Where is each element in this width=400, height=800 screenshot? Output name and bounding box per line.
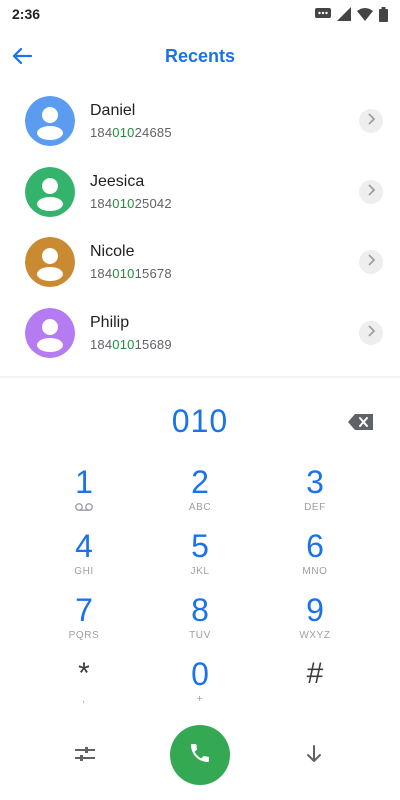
page-title: Recents <box>164 46 236 66</box>
dialpad-options-button[interactable] <box>74 745 98 765</box>
key-digit: 3 <box>306 464 324 500</box>
collapse-dialpad-button[interactable] <box>304 744 326 766</box>
contact-number: 18401024685 <box>90 125 172 140</box>
contact-name: Philip <box>90 313 130 331</box>
key-hash[interactable]: # <box>275 656 355 714</box>
key-2[interactable]: 2 ABC <box>160 464 240 522</box>
key-letters: GHI <box>74 566 94 577</box>
signal-icon <box>337 7 351 21</box>
status-time: 2:36 <box>12 6 41 22</box>
key-1[interactable]: 1 <box>44 464 124 522</box>
number-suffix: 15689 <box>134 336 172 352</box>
message-icon <box>315 8 331 20</box>
chevron-right-icon <box>366 112 376 130</box>
contact-details-button[interactable] <box>359 109 383 133</box>
wifi-icon <box>357 7 373 21</box>
backspace-icon <box>347 414 375 436</box>
tune-icon <box>74 747 96 767</box>
status-bar: 2:36 <box>0 0 400 28</box>
key-digit: 8 <box>191 592 209 628</box>
app-bar: Recents <box>0 36 400 80</box>
avatar <box>25 237 75 287</box>
number-match: 010 <box>112 195 135 211</box>
number-suffix: 15678 <box>134 266 172 281</box>
contact-details-button[interactable] <box>359 320 383 345</box>
key-digit: 6 <box>306 528 324 564</box>
voicemail-icon <box>44 502 124 512</box>
dial-number-display[interactable]: 010 <box>0 403 400 440</box>
key-3[interactable]: 3 DEF <box>275 464 355 522</box>
chevron-right-icon <box>366 253 376 271</box>
number-match: 010 <box>112 266 135 281</box>
divider <box>0 376 400 380</box>
number-prefix: 184 <box>90 195 113 211</box>
number-match: 010 <box>112 125 135 140</box>
contact-number: 18401015678 <box>90 266 172 281</box>
key-9[interactable]: 9 WXYZ <box>275 592 355 650</box>
key-letters: WXYZ <box>299 630 331 641</box>
contact-details-button[interactable] <box>359 179 383 204</box>
avatar <box>25 166 75 217</box>
key-7[interactable]: 7 PQRS <box>44 592 124 650</box>
number-prefix: 184 <box>90 336 113 352</box>
contact-row[interactable]: Nicole 18401015678 <box>0 229 400 300</box>
number-suffix: 25042 <box>134 195 172 211</box>
battery-icon <box>379 6 388 22</box>
key-4[interactable]: 4 GHI <box>44 528 124 586</box>
chevron-right-icon <box>366 324 376 342</box>
key-letters: DEF <box>304 502 326 513</box>
contact-row[interactable]: Philip 18401015689 <box>0 300 400 371</box>
key-letters: PQRS <box>68 630 100 641</box>
number-suffix: 24685 <box>134 125 172 140</box>
arrow-down-icon <box>304 745 324 768</box>
key-digit: 1 <box>75 464 93 500</box>
key-digit: 4 <box>75 528 93 564</box>
contact-name: Jeesica <box>90 172 145 190</box>
key-digit: 7 <box>75 592 93 628</box>
key-6[interactable]: 6 MNO <box>275 528 355 586</box>
contact-number: 18401015689 <box>90 337 172 352</box>
chevron-right-icon <box>366 183 376 201</box>
recents-list: Daniel 18401024685 Jeesica 18401025042 N… <box>0 88 400 370</box>
key-5[interactable]: 5 JKL <box>160 528 240 586</box>
status-icons <box>315 6 388 22</box>
key-digit: 9 <box>306 592 324 628</box>
contact-row[interactable]: Jeesica 18401025042 <box>0 159 400 230</box>
contact-name: Daniel <box>90 102 136 119</box>
key-star[interactable]: * , <box>44 656 124 714</box>
avatar <box>25 307 75 358</box>
key-digit: 2 <box>191 464 209 500</box>
key-digit: # <box>306 657 324 690</box>
contact-row[interactable]: Daniel 18401024685 <box>0 88 400 159</box>
key-digit: 0 <box>191 656 209 692</box>
phone-icon <box>188 741 212 770</box>
backspace-button[interactable] <box>347 412 377 434</box>
key-letters: MNO <box>302 566 328 577</box>
key-letters: + <box>196 694 204 705</box>
contact-name: Nicole <box>90 243 135 260</box>
contact-number: 18401025042 <box>90 196 172 211</box>
avatar <box>25 96 75 146</box>
key-0[interactable]: 0 + <box>160 656 240 714</box>
key-letters: ABC <box>188 502 212 513</box>
key-letters: , <box>82 694 86 705</box>
key-digit: 5 <box>191 528 209 564</box>
contact-details-button[interactable] <box>359 250 383 274</box>
key-letters: TUV <box>189 630 211 641</box>
key-8[interactable]: 8 TUV <box>160 592 240 650</box>
key-digit: * <box>78 657 90 690</box>
key-letters: JKL <box>190 566 210 577</box>
call-button[interactable] <box>170 725 230 785</box>
number-prefix: 184 <box>90 266 113 281</box>
number-prefix: 184 <box>90 125 113 140</box>
number-match: 010 <box>112 336 135 352</box>
